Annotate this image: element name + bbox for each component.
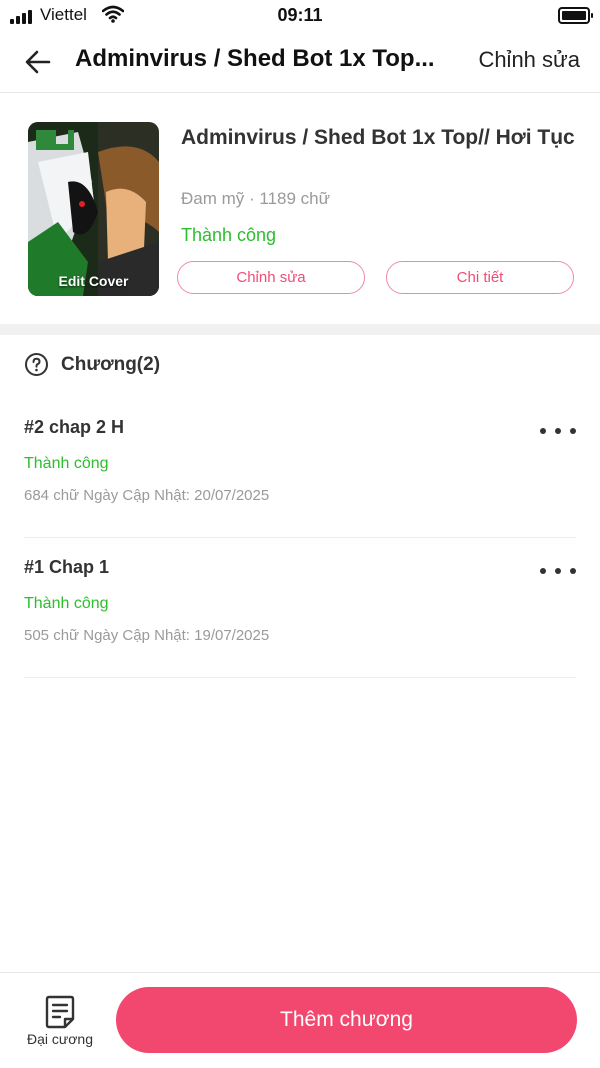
chapter-meta: 505 chữ Ngày Cập Nhật: 19/07/2025: [24, 627, 270, 644]
clock: 09:11: [277, 5, 323, 25]
bottom-action-bar: Đại cương Thêm chương: [0, 972, 600, 1068]
help-circle-icon[interactable]: [24, 352, 49, 377]
status-bar: Viettel 09:11: [0, 0, 600, 32]
document-icon: [45, 995, 75, 1029]
story-meta: Đam mỹ · 1189 chữ: [181, 189, 330, 208]
chapter-status: Thành công: [24, 595, 109, 612]
chapters-count-label: Chương(2): [61, 353, 161, 375]
story-title: Adminvirus / Shed Bot 1x Top// Hơi Tục: [181, 126, 575, 149]
page-title: Adminvirus / Shed Bot 1x Top...: [75, 45, 435, 72]
cover-artwork: [28, 122, 159, 296]
chapter-meta: 684 chữ Ngày Cập Nhật: 20/07/2025: [24, 487, 270, 504]
chapter-item[interactable]: #1 Chap 1 Thành công 505 chữ Ngày Cập Nh…: [24, 537, 576, 678]
edit-button[interactable]: Chỉnh sửa: [177, 261, 365, 294]
more-options-icon[interactable]: [540, 419, 576, 443]
edit-story-link[interactable]: Chỉnh sửa: [478, 47, 580, 73]
story-header: Edit Cover Adminvirus / Shed Bot 1x Top/…: [0, 93, 600, 324]
chapter-status: Thành công: [24, 455, 109, 472]
nav-bar: Adminvirus / Shed Bot 1x Top... Chỉnh sử…: [0, 32, 600, 93]
add-chapter-button[interactable]: Thêm chương: [116, 987, 577, 1053]
chapters-header: Chương(2): [24, 352, 160, 377]
battery-icon: [558, 7, 593, 24]
more-options-icon[interactable]: [540, 559, 576, 583]
section-divider: [0, 324, 600, 335]
back-button[interactable]: [20, 44, 56, 80]
story-status: Thành công: [181, 225, 277, 245]
outline-label: Đại cương: [26, 1031, 94, 1047]
chapter-item[interactable]: #2 chap 2 H Thành công 684 chữ Ngày Cập …: [24, 397, 576, 538]
edit-cover-label: Edit Cover: [58, 273, 129, 289]
story-cover[interactable]: Edit Cover: [28, 122, 159, 296]
arrow-left-icon: [25, 50, 51, 74]
outline-button[interactable]: Đại cương: [18, 991, 102, 1051]
chapter-title: #2 chap 2 H: [24, 417, 125, 437]
chapter-title: #1 Chap 1: [24, 557, 110, 577]
detail-button[interactable]: Chi tiết: [386, 261, 574, 294]
